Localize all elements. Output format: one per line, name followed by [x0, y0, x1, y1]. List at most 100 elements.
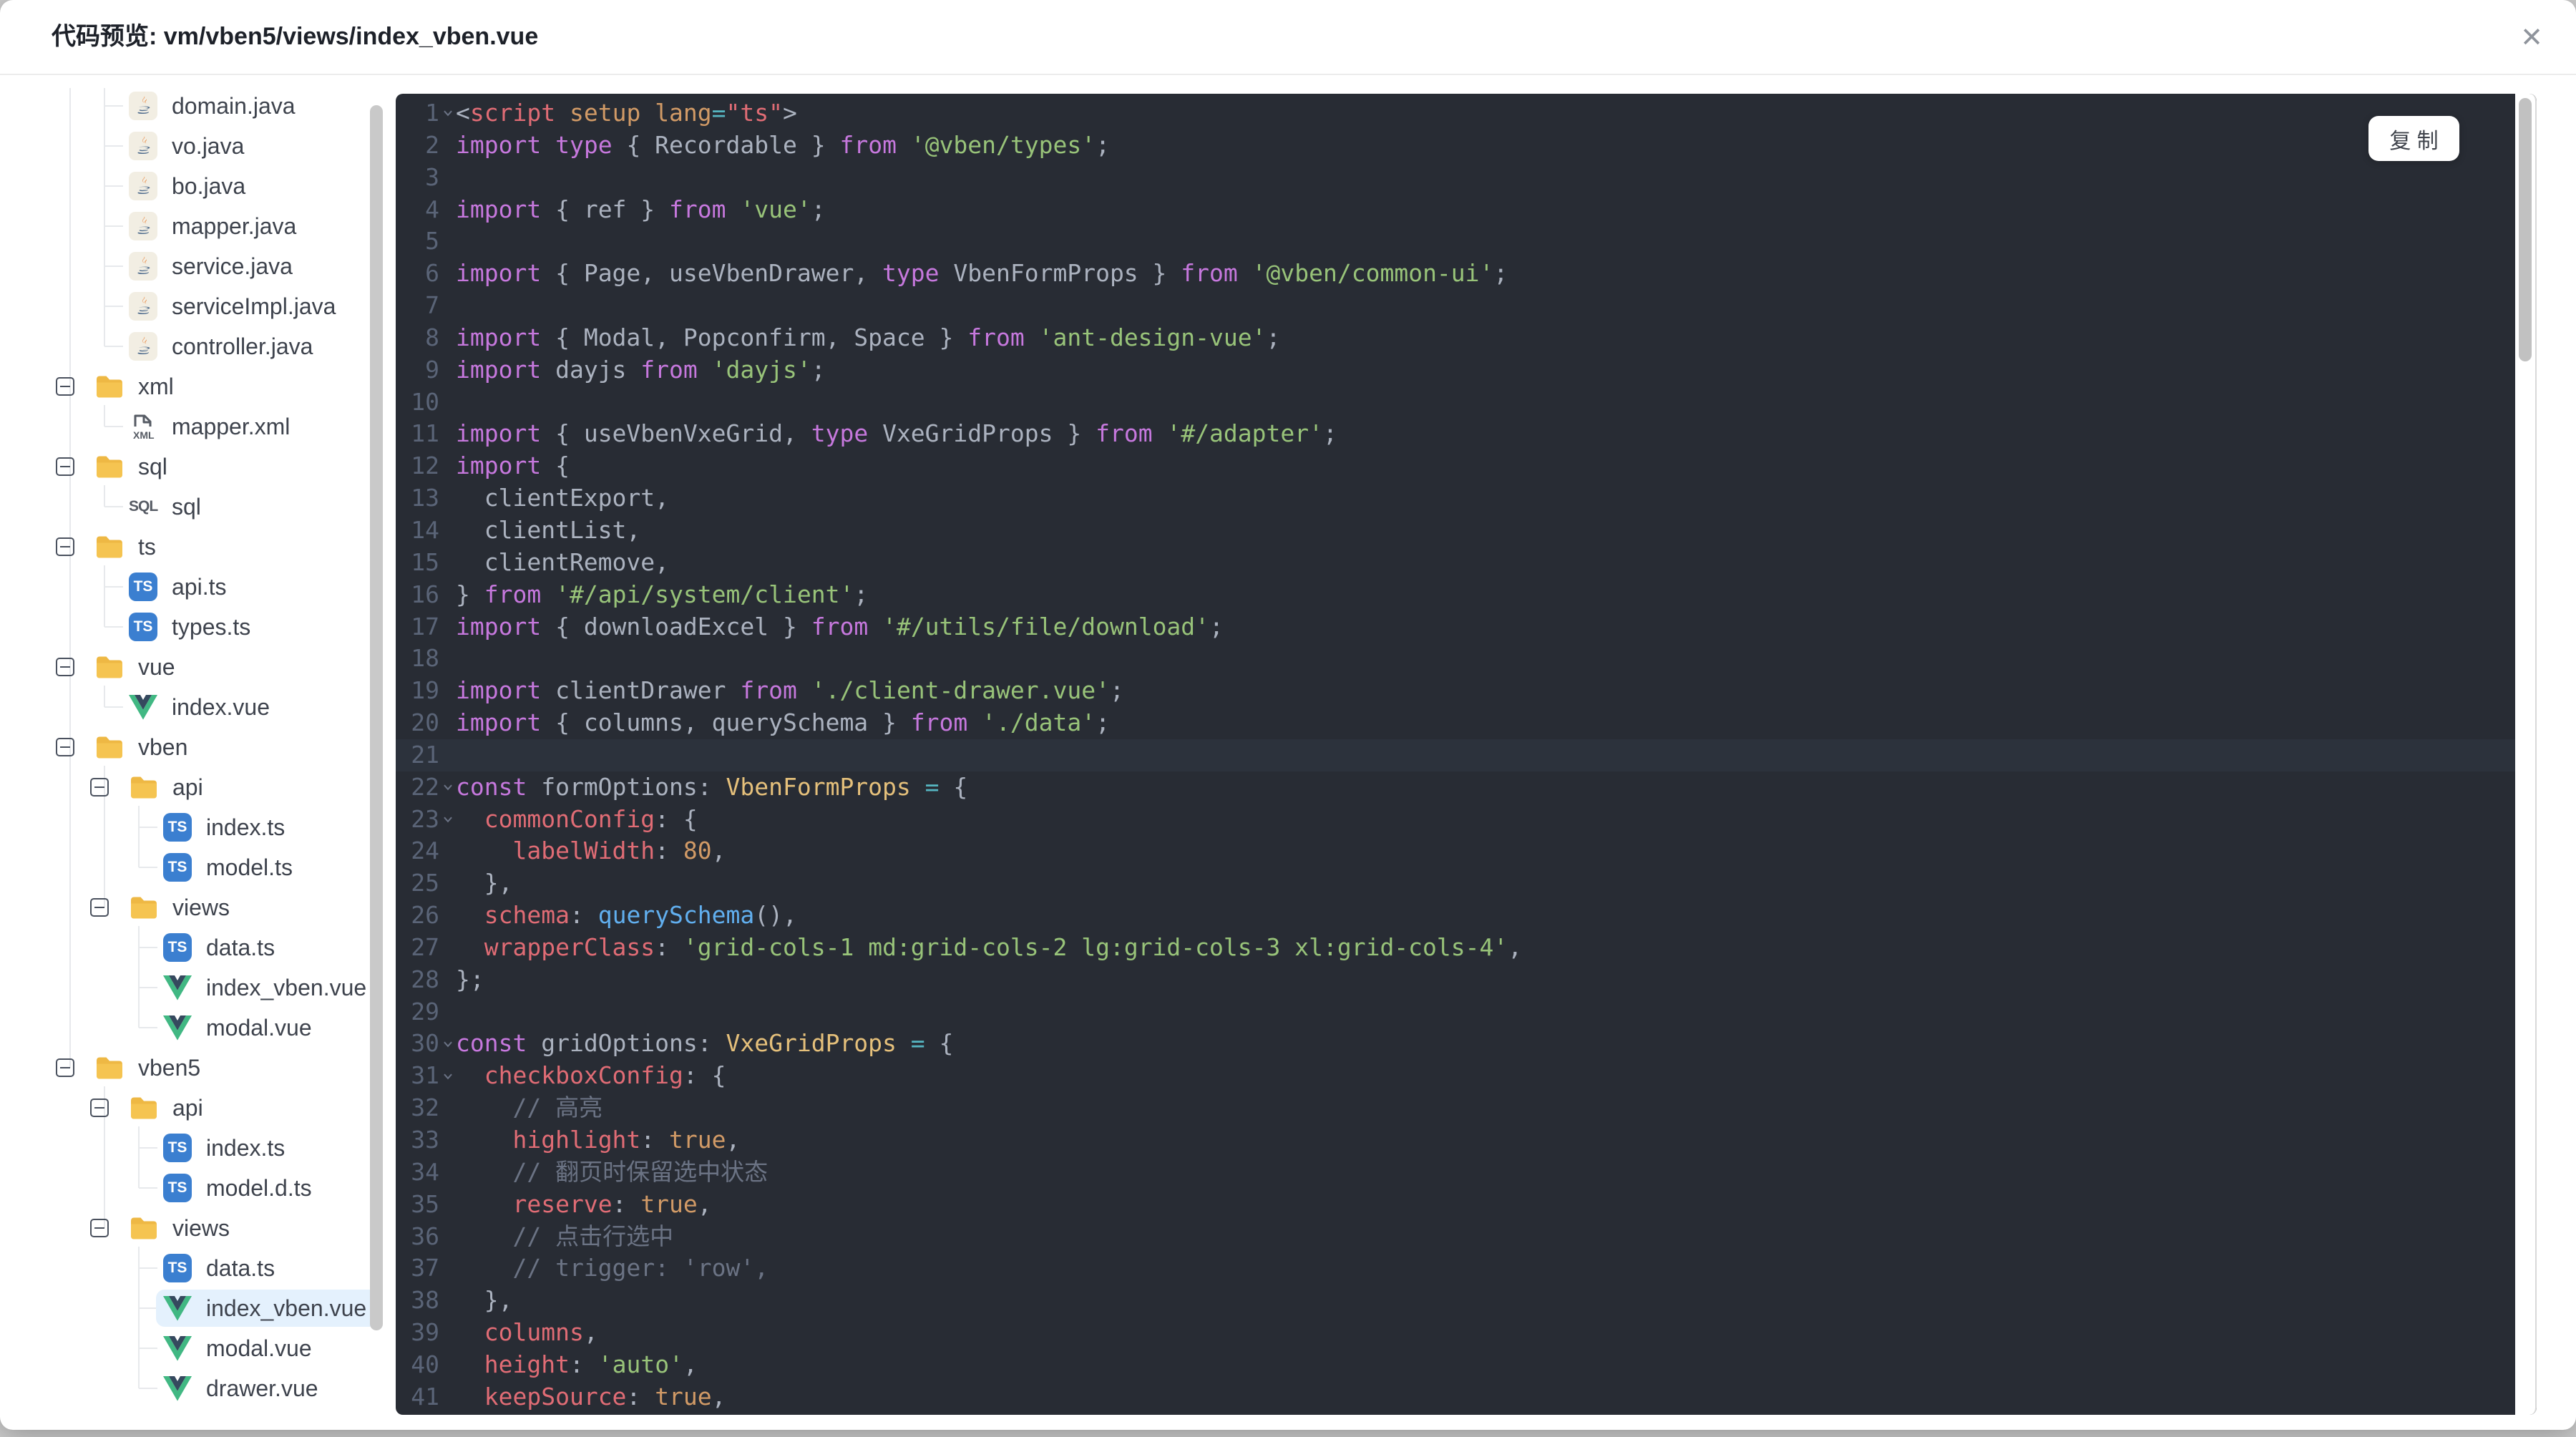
fold-toggle[interactable] — [439, 97, 456, 130]
tree-file-index_vben.vue[interactable]: index_vben.vue — [156, 968, 378, 1008]
tree-file-index.ts[interactable]: TS index.ts — [156, 807, 296, 847]
tree-item-label: drawer.vue — [206, 1375, 318, 1401]
line-number: 39 — [411, 1318, 439, 1347]
tree-item[interactable]: TS api.ts — [122, 568, 238, 605]
tree-file-controller.java[interactable]: controller.java — [122, 326, 324, 366]
collapse-expander-icon[interactable] — [56, 377, 74, 396]
fold-toggle[interactable] — [439, 771, 456, 804]
tree-item[interactable]: TS types.ts — [122, 608, 262, 646]
java-file-icon — [129, 212, 157, 240]
collapse-expander-icon[interactable] — [90, 898, 109, 917]
tree-item[interactable]: domain.java — [122, 87, 307, 125]
code-line: 25 }, — [396, 867, 2515, 900]
tree-folder-vben[interactable]: vben — [56, 727, 187, 767]
tree-file-index.vue[interactable]: index.vue — [122, 687, 281, 727]
fold-toggle[interactable] — [439, 804, 456, 836]
collapse-expander-icon[interactable] — [90, 778, 109, 797]
tree-folder-sql[interactable]: sql — [56, 447, 167, 487]
close-icon[interactable]: ✕ — [2509, 14, 2555, 60]
tree-file-vo.java[interactable]: vo.java — [122, 126, 255, 166]
tree-file-modal.vue[interactable]: modal.vue — [156, 1008, 323, 1048]
line-number: 33 — [411, 1126, 439, 1154]
tree-file-serviceImpl.java[interactable]: serviceImpl.java — [122, 286, 347, 326]
line-number: 25 — [411, 869, 439, 897]
tree-file-model.d.ts[interactable]: TS model.d.ts — [156, 1168, 323, 1208]
tree-file-data.ts[interactable]: TS data.ts — [156, 927, 286, 968]
tree-folder-views[interactable]: views — [90, 887, 230, 927]
tree-item[interactable]: modal.vue — [156, 1330, 323, 1367]
tree-file-index_vben.vue[interactable]: index_vben.vue — [156, 1288, 379, 1328]
tree-folder-vben5[interactable]: vben5 — [56, 1048, 200, 1088]
collapse-expander-icon[interactable] — [56, 457, 74, 476]
tree-folder-api[interactable]: api — [90, 1088, 203, 1128]
fold-toggle[interactable] — [439, 1028, 456, 1060]
fold-toggle[interactable] — [439, 1060, 456, 1092]
tree-folder-vue[interactable]: vue — [56, 647, 175, 687]
tree-item[interactable]: TS data.ts — [156, 1250, 286, 1287]
collapse-expander-icon[interactable] — [90, 1099, 109, 1117]
tree-file-mapper.java[interactable]: mapper.java — [122, 206, 308, 246]
tree-file-drawer.vue[interactable]: drawer.vue — [156, 1368, 330, 1408]
tree-item[interactable]: mapper.java — [122, 208, 308, 245]
tree-scrollbar[interactable] — [370, 105, 383, 1330]
tree-file-modal.vue[interactable]: modal.vue — [156, 1328, 323, 1368]
tree-item[interactable]: controller.java — [122, 328, 324, 365]
tree-item[interactable]: TS model.ts — [156, 849, 304, 886]
tree-file-types.ts[interactable]: TS types.ts — [122, 607, 262, 647]
tree-folder-api[interactable]: api — [90, 767, 203, 807]
tree-item-selected[interactable]: index_vben.vue — [156, 1290, 379, 1327]
tree-file-domain.java[interactable]: domain.java — [122, 86, 307, 126]
typescript-file-icon: TS — [163, 1254, 192, 1282]
line-number: 16 — [411, 580, 439, 608]
tree-guide-stub — [104, 105, 123, 107]
tree-item[interactable]: XML mapper.xml — [122, 408, 301, 445]
tree-item[interactable]: bo.java — [122, 167, 257, 205]
tree-file-index.ts[interactable]: TS index.ts — [156, 1128, 296, 1168]
tree-item[interactable]: index.vue — [122, 688, 281, 726]
tree-item[interactable]: serviceImpl.java — [122, 288, 347, 325]
tree-file-api.ts[interactable]: TS api.ts — [122, 567, 238, 607]
tree-file-service.java[interactable]: service.java — [122, 246, 304, 286]
tree-guide-line — [104, 88, 105, 346]
tree-item[interactable]: SQL sql — [122, 488, 213, 525]
code-line: 6 import { Page, useVbenDrawer, type Vben… — [396, 258, 2515, 290]
tree-item[interactable]: vo.java — [122, 127, 255, 165]
tree-file-model.ts[interactable]: TS model.ts — [156, 847, 304, 887]
tree-item[interactable]: TS data.ts — [156, 929, 286, 966]
code-line: 22 const formOptions: VbenFormProps = { — [396, 771, 2515, 804]
tree-item[interactable]: service.java — [122, 248, 304, 285]
tree-file-mapper.xml[interactable]: XML mapper.xml — [122, 406, 301, 447]
tree-item[interactable]: modal.vue — [156, 1009, 323, 1046]
tree-file-bo.java[interactable]: bo.java — [122, 166, 257, 206]
tree-file-data.ts[interactable]: TS data.ts — [156, 1248, 286, 1288]
code-scrollbar[interactable] — [2519, 98, 2532, 361]
tree-item[interactable]: drawer.vue — [156, 1370, 330, 1407]
copy-button[interactable]: 复 制 — [2368, 116, 2459, 161]
folder-icon — [95, 532, 124, 561]
code-line: 31 checkboxConfig: { — [396, 1060, 2515, 1092]
tree-item[interactable]: index_vben.vue — [156, 969, 378, 1006]
collapse-expander-icon[interactable] — [90, 1219, 109, 1237]
tree-guide-stub — [139, 1147, 157, 1149]
tree-item[interactable]: TS model.d.ts — [156, 1169, 323, 1207]
tree-folder-ts[interactable]: ts — [56, 527, 156, 567]
tree-item[interactable]: TS index.ts — [156, 1129, 296, 1166]
collapse-expander-icon[interactable] — [56, 537, 74, 556]
code-line: 1 <script setup lang="ts"> — [396, 97, 2515, 130]
collapse-expander-icon[interactable] — [56, 658, 74, 676]
tree-file-sql[interactable]: SQL sql — [122, 487, 213, 527]
tree-folder-xml[interactable]: xml — [56, 366, 174, 406]
collapse-expander-icon[interactable] — [56, 1058, 74, 1077]
tree-item[interactable]: TS index.ts — [156, 809, 296, 846]
collapse-expander-icon[interactable] — [56, 738, 74, 756]
tree-folder-views[interactable]: views — [90, 1208, 230, 1248]
code-line: 15 clientRemove, — [396, 547, 2515, 579]
line-number: 8 — [425, 323, 439, 351]
